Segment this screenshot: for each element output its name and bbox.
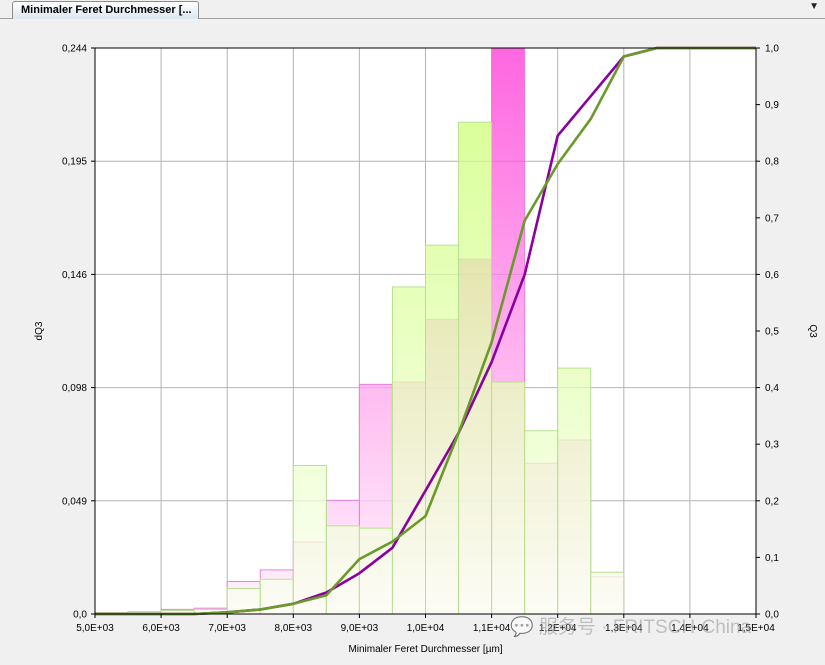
y2-tick-label: 0,5 <box>765 327 779 338</box>
watermark: 💬 服务号 · FRITSCH-China <box>510 617 752 638</box>
x-tick-label: 6,0E+03 <box>142 623 180 634</box>
y-axis-label: dQ3 <box>34 321 45 340</box>
y-tick-label: 0,244 <box>62 44 87 55</box>
y2-tick-label: 0,8 <box>765 157 779 168</box>
histogram-bar <box>325 525 360 615</box>
y2-tick-label: 1,0 <box>765 44 779 55</box>
y2-tick-label: 0,1 <box>765 553 779 564</box>
histogram-bar <box>292 465 327 615</box>
y-tick-label: 0,146 <box>62 270 87 281</box>
histogram-bar <box>557 367 592 615</box>
y2-tick-label: 0,3 <box>765 440 779 451</box>
histogram-bar <box>391 286 427 615</box>
histogram-chart: 5,0E+03 6,0E+03 7,0E+03 8,0E+03 9,0E+03 1,0E+… <box>34 44 818 656</box>
histogram-bar <box>524 430 559 615</box>
y-tick-label: 0,098 <box>62 383 87 394</box>
y2-tick-label: 0,6 <box>765 270 779 281</box>
histogram-bar <box>425 244 460 615</box>
x-tick-label: 9,0E+03 <box>341 623 379 634</box>
histogram-bar <box>491 381 526 615</box>
x-tick-label: 7,0E+03 <box>208 623 246 634</box>
y2-tick-label: 0,9 <box>765 100 779 111</box>
y-tick-label: 0,0 <box>73 610 87 621</box>
y2-tick-label: 0,2 <box>765 496 779 507</box>
x-tick-label: 1,1E+04 <box>473 623 511 634</box>
histogram-bar <box>358 527 393 615</box>
tab-minimaler-feret[interactable]: Minimaler Feret Durchmesser [... <box>12 1 199 19</box>
histogram-bar <box>458 121 493 615</box>
x-axis-label: Minimaler Feret Durchmesser [µm] <box>348 644 502 655</box>
x-tick-label: 1,0E+04 <box>407 623 445 634</box>
y2-tick-label: 0,7 <box>765 213 779 224</box>
histogram-bar <box>590 571 625 615</box>
y2-axis-label: Q3 <box>807 324 818 338</box>
dropdown-arrow-icon[interactable]: ▼ <box>809 1 819 12</box>
y-tick-label: 0,195 <box>62 157 87 168</box>
y2-tick-label: 0,0 <box>765 610 779 621</box>
chart-area: 5,0E+03 6,0E+03 7,0E+03 8,0E+03 9,0E+03 1,0E+… <box>0 19 825 660</box>
x-tick-label: 8,0E+03 <box>275 623 313 634</box>
tab-bar: Minimaler Feret Durchmesser [... ▼ <box>0 0 825 19</box>
y2-tick-label: 0,4 <box>765 383 779 394</box>
x-tick-label: 5,0E+03 <box>76 623 114 634</box>
y-tick-label: 0,049 <box>62 496 87 507</box>
